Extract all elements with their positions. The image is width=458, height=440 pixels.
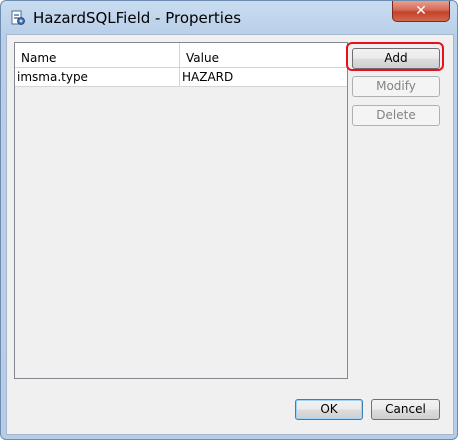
- table-header: Name Value: [15, 43, 347, 68]
- properties-table[interactable]: Name Value imsma.type HAZARD: [14, 42, 348, 379]
- add-button-annotation: [346, 42, 444, 71]
- window-title: HazardSQLField - Properties: [33, 9, 242, 27]
- modify-button[interactable]: Modify: [352, 76, 440, 97]
- table-row[interactable]: imsma.type HAZARD: [15, 68, 347, 87]
- cell-value[interactable]: HAZARD: [180, 68, 347, 86]
- cancel-button[interactable]: Cancel: [371, 399, 440, 420]
- close-icon: ✕: [415, 3, 427, 19]
- app-icon: [11, 10, 25, 25]
- close-button[interactable]: ✕: [392, 1, 450, 22]
- column-header-name[interactable]: Name: [15, 43, 180, 67]
- properties-dialog: HazardSQLField - Properties ✕ Name Value…: [0, 0, 458, 440]
- cell-name[interactable]: imsma.type: [15, 68, 180, 86]
- column-header-value[interactable]: Value: [180, 43, 347, 67]
- dialog-body: Name Value imsma.type HAZARD Add Modify …: [6, 34, 454, 435]
- title-bar[interactable]: HazardSQLField - Properties ✕: [1, 1, 457, 35]
- delete-button[interactable]: Delete: [352, 105, 440, 126]
- ok-button[interactable]: OK: [295, 399, 363, 420]
